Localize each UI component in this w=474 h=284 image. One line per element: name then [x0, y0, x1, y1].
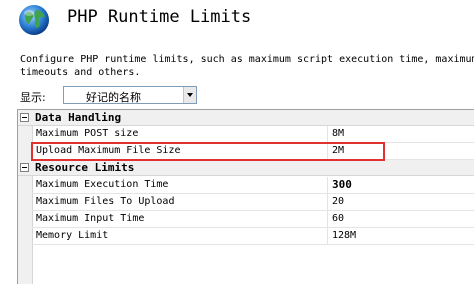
- category-label: Data Handling: [35, 111, 122, 124]
- category-resource-limits[interactable]: Resource Limits: [18, 160, 474, 176]
- property-value[interactable]: 60: [332, 213, 344, 224]
- column-divider: [327, 177, 328, 193]
- property-name: Memory Limit: [36, 230, 109, 241]
- page-title: PHP Runtime Limits: [67, 7, 252, 27]
- property-name: Maximum Input Time: [36, 213, 145, 224]
- column-divider: [327, 211, 328, 227]
- view-label: 显示:: [20, 91, 46, 104]
- property-name: Maximum POST size: [36, 128, 139, 139]
- table-row[interactable]: Upload Maximum File Size 2M: [32, 143, 474, 160]
- column-divider: [327, 228, 328, 244]
- page-header: PHP Runtime Limits: [0, 0, 474, 44]
- grid-gutter: [18, 110, 33, 284]
- property-name: Maximum Execution Time: [36, 179, 169, 190]
- chevron-down-icon[interactable]: [183, 87, 196, 103]
- table-row[interactable]: Maximum Input Time 60: [32, 211, 474, 228]
- category-data-handling[interactable]: Data Handling: [18, 110, 474, 126]
- property-value[interactable]: 8M: [332, 128, 344, 139]
- column-divider: [327, 143, 328, 159]
- view-select[interactable]: 好记的名称: [63, 86, 197, 104]
- column-divider: [327, 194, 328, 210]
- collapse-icon[interactable]: [20, 113, 29, 122]
- category-label: Resource Limits: [35, 161, 135, 174]
- column-divider: [327, 126, 328, 142]
- property-name: Upload Maximum File Size: [36, 145, 181, 156]
- page-description: Configure PHP runtime limits, such as ma…: [20, 54, 474, 78]
- globe-icon: [19, 5, 49, 35]
- table-row[interactable]: Maximum Files To Upload 20: [32, 194, 474, 211]
- table-row[interactable]: Maximum Execution Time 300: [32, 177, 474, 194]
- property-value[interactable]: 20: [332, 196, 344, 207]
- property-value[interactable]: 300: [332, 178, 352, 191]
- property-value[interactable]: 128M: [332, 230, 356, 241]
- property-value[interactable]: 2M: [332, 145, 344, 156]
- property-name: Maximum Files To Upload: [36, 196, 175, 207]
- property-grid: Data Handling Maximum POST size 8M Uploa…: [17, 109, 474, 284]
- table-row[interactable]: Maximum POST size 8M: [32, 126, 474, 143]
- table-row[interactable]: Memory Limit 128M: [32, 228, 474, 245]
- view-select-value: 好记的名称: [86, 91, 141, 104]
- collapse-icon[interactable]: [20, 163, 29, 172]
